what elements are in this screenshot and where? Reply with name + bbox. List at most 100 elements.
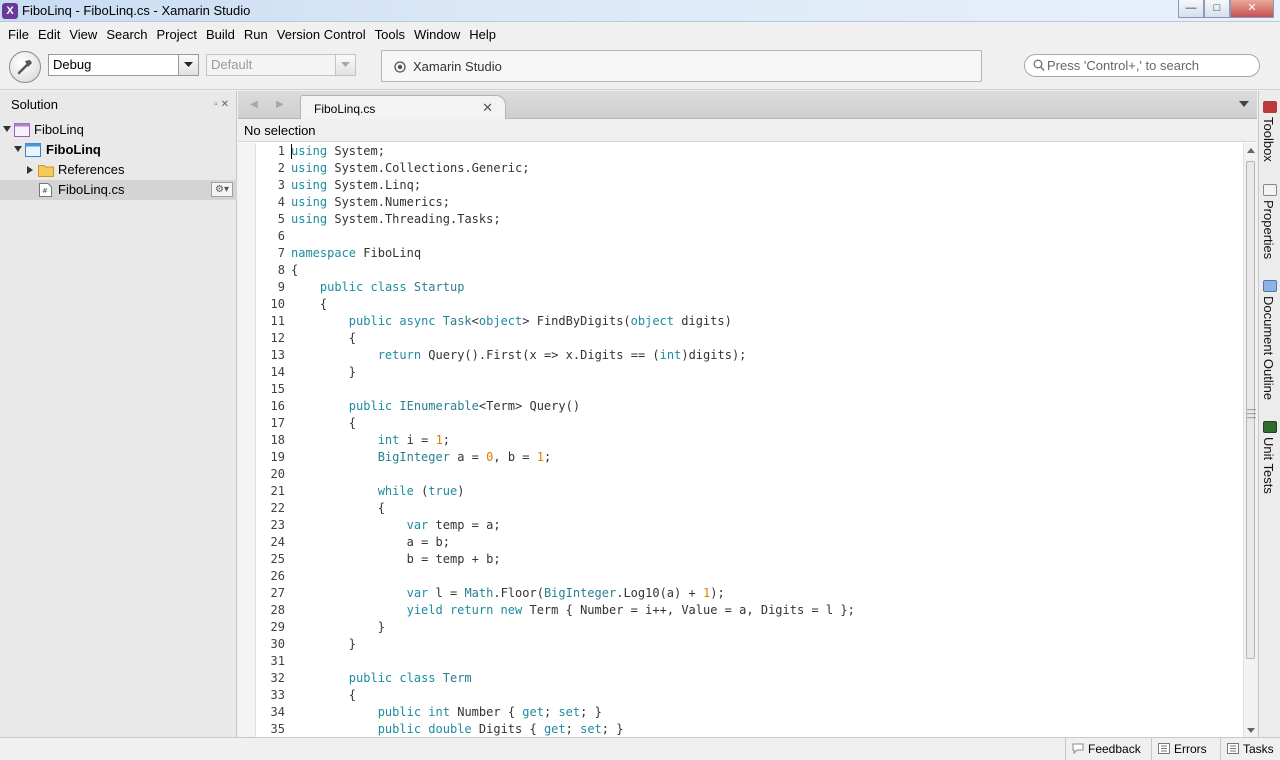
code-line: 10 {	[238, 296, 1243, 313]
xamarin-app-icon[interactable]: X	[2, 3, 18, 19]
dock-tab-label: Properties	[1261, 200, 1276, 260]
tree-item-file[interactable]: # FiboLinq.cs ⚙▾	[0, 180, 237, 200]
expander-down-icon[interactable]	[14, 146, 22, 152]
line-number: 16	[270, 399, 285, 413]
code-line: 4 using System.Numerics;	[238, 194, 1243, 211]
unit-tests-icon	[1263, 421, 1277, 433]
code-text: var l = Math.Floor(BigInteger.Log10(a) +…	[406, 586, 725, 600]
dock-tab-unit-tests[interactable]: Unit Tests	[1259, 421, 1280, 511]
line-number: 27	[270, 586, 285, 600]
tasks-button[interactable]: Tasks	[1220, 738, 1280, 760]
code-text: while (true)	[377, 484, 465, 498]
line-number: 26	[270, 569, 285, 583]
build-run-button[interactable]	[9, 51, 41, 83]
code-text: {	[348, 331, 357, 345]
line-number: 23	[270, 518, 285, 532]
code-line: 9 public class Startup	[238, 279, 1243, 296]
chevron-down-icon	[178, 55, 198, 75]
configuration-value: Debug	[53, 57, 92, 72]
code-line: 21 while (true)	[238, 483, 1243, 500]
code-text: int i = 1;	[377, 433, 451, 447]
line-number: 4	[277, 195, 285, 209]
window-controls: — □ ✕	[1178, 0, 1274, 18]
document-tab[interactable]: FiboLinq.cs ✕	[300, 95, 506, 120]
feedback-button[interactable]: Feedback	[1065, 738, 1147, 760]
line-number: 21	[270, 484, 285, 498]
menu-build[interactable]: Build	[202, 27, 239, 42]
path-bar: No selection	[238, 119, 1257, 142]
code-text: yield return new Term { Number = i++, Va…	[406, 603, 855, 617]
tree-item-solution[interactable]: FiboLinq	[0, 120, 237, 140]
menu-window[interactable]: Window	[410, 27, 464, 42]
gear-icon[interactable]: ⚙▾	[211, 182, 233, 197]
path-bar-text[interactable]: No selection	[244, 123, 316, 138]
line-number: 28	[270, 603, 285, 617]
target-value: Default	[211, 57, 253, 72]
maximize-button[interactable]: □	[1204, 0, 1230, 18]
code-line: 26	[238, 568, 1243, 585]
feedback-label: Feedback	[1088, 742, 1141, 756]
global-search	[1024, 54, 1260, 77]
dock-tab-document-outline[interactable]: Document Outline	[1259, 280, 1280, 415]
nav-forward-icon[interactable]: ▶	[276, 99, 284, 110]
dock-pad-icon[interactable]: ▫	[214, 99, 218, 110]
dock-tab-toolbox[interactable]: Toolbox	[1259, 101, 1280, 181]
line-number: 31	[270, 654, 285, 668]
code-text: public IEnumerable<Term> Query()	[348, 399, 581, 413]
dock-tab-label: Unit Tests	[1261, 437, 1276, 494]
code-text: public class Term	[348, 671, 472, 685]
code-text: }	[377, 620, 385, 634]
code-line: 6	[238, 228, 1243, 245]
tree-item-references[interactable]: References	[0, 160, 237, 180]
menu-tools[interactable]: Tools	[371, 27, 409, 42]
solution-pad-header: Solution ▫ ✕	[0, 91, 237, 119]
code-editor[interactable]: 1 using System; 2 using System.Collections.…	[238, 143, 1257, 737]
code-text: using System;	[291, 144, 385, 158]
code-text: using System.Threading.Tasks;	[291, 212, 501, 226]
menu-edit[interactable]: Edit	[34, 27, 64, 42]
line-number: 33	[270, 688, 285, 702]
code-line: 17 {	[238, 415, 1243, 432]
search-input[interactable]	[1047, 57, 1252, 74]
scroll-down-icon[interactable]	[1247, 728, 1255, 733]
expander-right-icon[interactable]	[27, 166, 33, 174]
code-text: using System.Linq;	[291, 178, 422, 192]
close-window-button[interactable]: ✕	[1230, 0, 1274, 18]
right-dock: Toolbox Properties Document Outline Unit…	[1258, 91, 1280, 737]
menu-project[interactable]: Project	[153, 27, 201, 42]
code-text: {	[348, 416, 357, 430]
menu-view[interactable]: View	[65, 27, 101, 42]
code-line: 22 {	[238, 500, 1243, 517]
code-line: 23 var temp = a;	[238, 517, 1243, 534]
code-text: public double Digits { get; set; }	[377, 722, 624, 736]
code-text: {	[377, 501, 385, 515]
menu-version-control[interactable]: Version Control	[273, 27, 370, 42]
tree-item-project[interactable]: FiboLinq	[0, 140, 237, 160]
code-line: 31	[238, 653, 1243, 670]
code-line: 3 using System.Linq;	[238, 177, 1243, 194]
tab-list-dropdown-icon[interactable]	[1239, 101, 1249, 107]
line-number: 35	[270, 722, 285, 736]
dock-tab-properties[interactable]: Properties	[1259, 184, 1280, 274]
nav-back-icon[interactable]: ◀	[250, 99, 258, 110]
code-text: {	[348, 688, 357, 702]
line-number: 25	[270, 552, 285, 566]
close-tab-icon[interactable]: ✕	[482, 100, 493, 116]
minimize-button[interactable]: —	[1178, 0, 1204, 18]
target-select[interactable]: Default	[206, 54, 356, 76]
errors-label: Errors	[1174, 742, 1207, 756]
line-number: 1	[277, 144, 285, 158]
code-text: public class Startup	[319, 280, 465, 294]
code-text: BigInteger a = 0, b = 1;	[377, 450, 552, 464]
configuration-select[interactable]: Debug	[48, 54, 199, 76]
menu-file[interactable]: File	[4, 27, 33, 42]
errors-button[interactable]: Errors	[1151, 738, 1217, 760]
errors-list-icon	[1158, 743, 1170, 754]
menu-help[interactable]: Help	[465, 27, 500, 42]
expander-down-icon[interactable]	[3, 126, 11, 132]
close-pad-icon[interactable]: ✕	[221, 99, 229, 110]
menu-run[interactable]: Run	[240, 27, 272, 42]
vertical-scrollbar[interactable]: — — —	[1243, 143, 1257, 737]
scroll-up-icon[interactable]	[1247, 148, 1255, 153]
menu-search[interactable]: Search	[102, 27, 151, 42]
